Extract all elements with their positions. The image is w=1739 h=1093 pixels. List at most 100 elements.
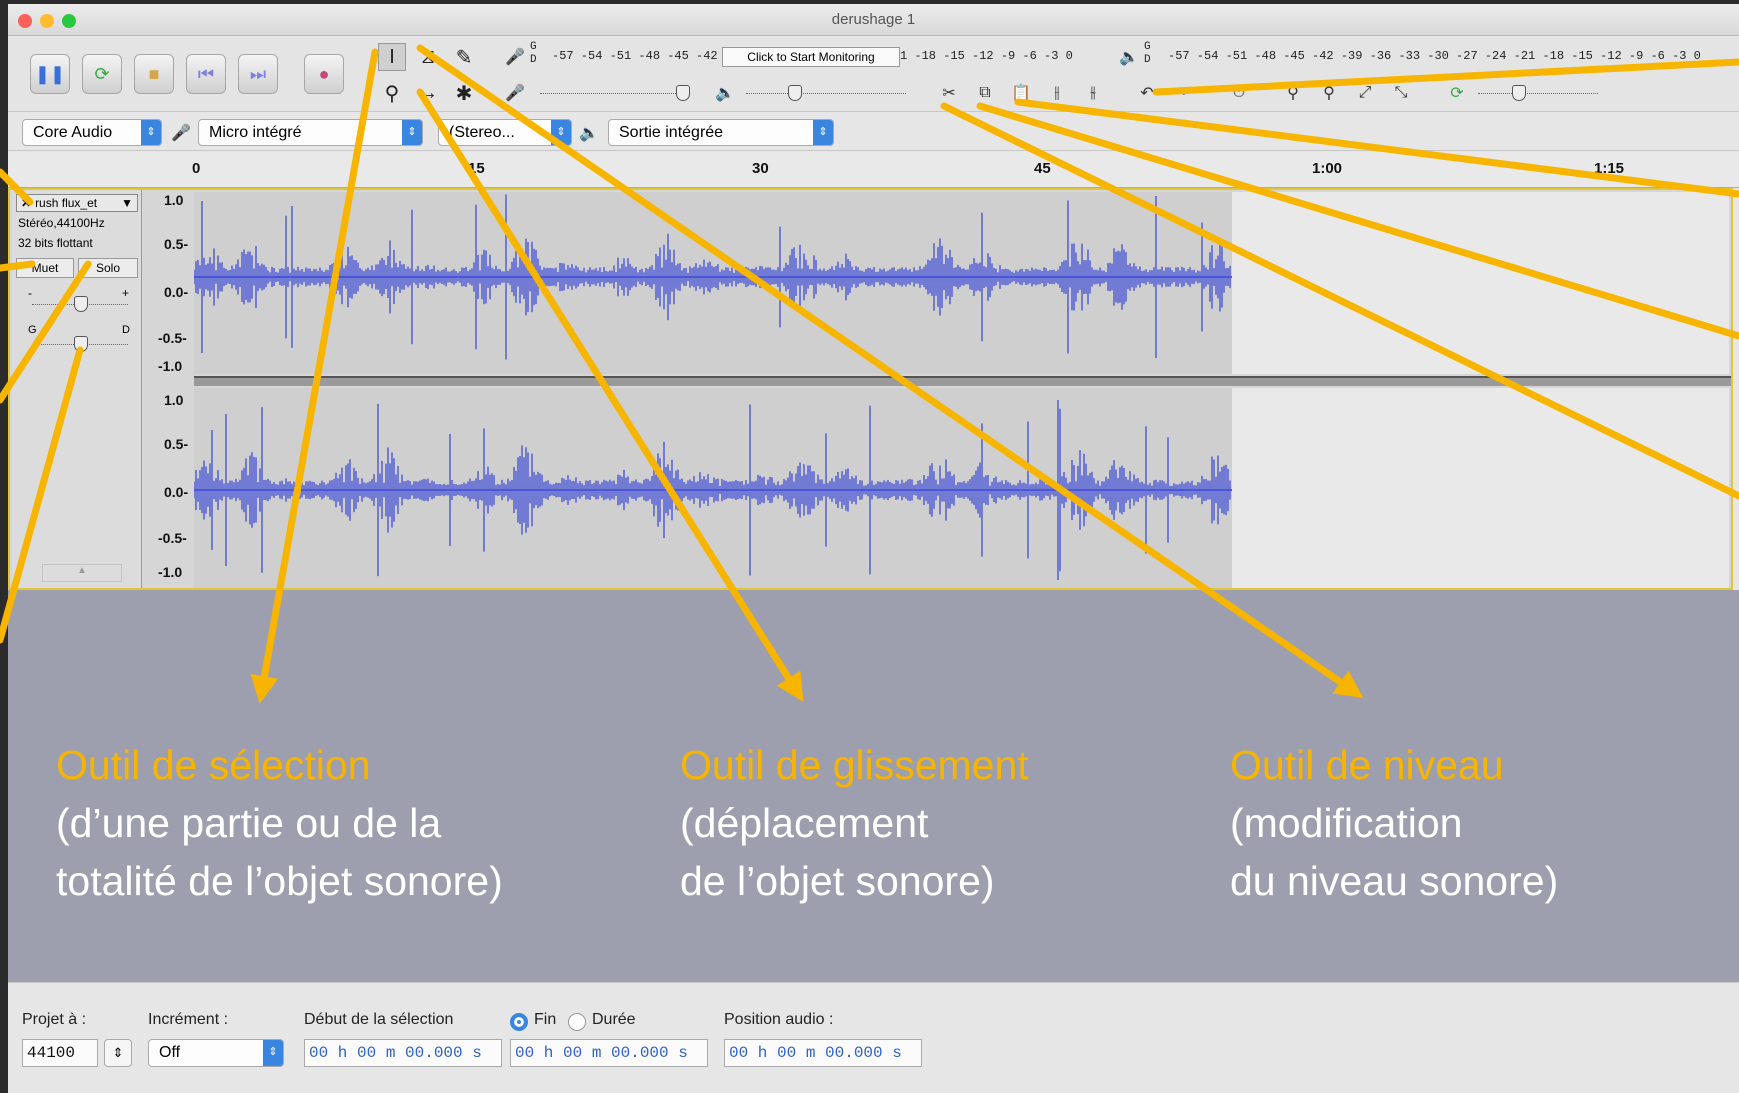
copy-button[interactable]: ⧉ bbox=[972, 81, 998, 105]
pause-button[interactable]: ❚❚ bbox=[30, 54, 70, 94]
snap-select[interactable]: Off ⇕ bbox=[148, 1039, 284, 1067]
ruler-tick-100: 1:00 bbox=[1312, 160, 1343, 177]
envelope-tool[interactable]: ⧖ bbox=[414, 43, 442, 71]
mute-button[interactable]: Muet bbox=[16, 258, 74, 278]
play-speed-thumb[interactable] bbox=[1512, 85, 1526, 101]
solo-button[interactable]: Solo bbox=[78, 258, 138, 278]
selection-tool-icon: I bbox=[389, 45, 395, 68]
scale-label: 0.0- bbox=[164, 484, 189, 500]
audio-position-time[interactable]: 00 h 00 m 00.000 s bbox=[724, 1039, 922, 1067]
paste-button[interactable]: 📋 bbox=[1008, 81, 1034, 105]
gain-slider-thumb[interactable] bbox=[74, 296, 88, 312]
draw-tool[interactable]: ✎ bbox=[450, 43, 478, 71]
snap-label: Incrément : bbox=[148, 1011, 229, 1028]
mic-icon: 🎤 bbox=[505, 49, 525, 66]
undo-icon: ↶ bbox=[1140, 85, 1154, 102]
skip-to-end-button[interactable]: ⏭ bbox=[238, 54, 278, 94]
duration-radio-label: Durée bbox=[592, 1011, 636, 1028]
title-bar: derushage 1 bbox=[8, 4, 1739, 36]
input-mic-icon: 🎤 bbox=[171, 125, 191, 142]
project-rate-stepper[interactable]: ⇕ bbox=[104, 1039, 132, 1067]
end-radio[interactable] bbox=[510, 1013, 528, 1031]
silence-button[interactable]: ⫳ bbox=[1080, 81, 1106, 105]
empty-region-channel-2[interactable] bbox=[1232, 388, 1729, 588]
track-bits: 32 bits flottant bbox=[18, 236, 93, 250]
gain-plus-label: + bbox=[122, 286, 130, 300]
caption-line: (d’une partie ou de la bbox=[56, 800, 442, 846]
caption-line: du niveau sonore) bbox=[1230, 858, 1559, 904]
audio-host-value: Core Audio bbox=[33, 124, 113, 141]
fit-selection-icon: ⤢ bbox=[1358, 84, 1372, 101]
time-shift-tool[interactable]: ↔ bbox=[414, 79, 442, 107]
play-at-speed-button[interactable]: ⟳ bbox=[1444, 81, 1470, 105]
undo-button[interactable]: ↶ bbox=[1134, 81, 1160, 105]
channels-select[interactable]: (Stereo... ⇕ bbox=[438, 119, 572, 146]
caption-line: (déplacement bbox=[680, 800, 929, 846]
zoom-tool[interactable]: ⚲ bbox=[378, 79, 406, 107]
close-track-icon[interactable]: ✕ bbox=[21, 196, 31, 210]
empty-region-channel-1[interactable] bbox=[1232, 192, 1729, 374]
project-rate-input[interactable]: 44100 bbox=[22, 1039, 98, 1067]
caption-time-shift-tool: Outil de glissement (déplacement de l’ob… bbox=[680, 736, 1029, 910]
record-icon: ● bbox=[318, 63, 330, 84]
duration-radio[interactable] bbox=[568, 1013, 586, 1031]
input-device-select[interactable]: Micro intégré ⇕ bbox=[198, 119, 423, 146]
zoom-in-button[interactable]: ⚲ bbox=[1280, 81, 1306, 105]
trim-button[interactable]: ⫲ bbox=[1044, 81, 1070, 105]
record-volume-slider[interactable] bbox=[540, 93, 690, 94]
redo-button[interactable]: ↷ bbox=[1168, 81, 1194, 105]
scale-label: 0.0- bbox=[164, 284, 189, 300]
main-toolbar: ❚❚ ⟳ ■ ⏮ ⏭ ● I ⧖ ✎ ⚲ ↔ ✱ 🎤 G D -57 -54 -… bbox=[8, 37, 1739, 112]
scale-label: 0.5- bbox=[164, 236, 189, 252]
cut-button[interactable]: ✂ bbox=[936, 81, 962, 105]
selection-tool[interactable]: I bbox=[378, 43, 406, 71]
fit-project-button[interactable]: ⤡ bbox=[1388, 81, 1414, 105]
sync-lock-button[interactable]: ⏱ bbox=[1226, 81, 1252, 105]
record-meter-mic[interactable]: 🎤 bbox=[502, 45, 528, 69]
zoom-tool-icon: ⚲ bbox=[384, 82, 400, 105]
cut-icon: ✂ bbox=[942, 85, 956, 102]
selection-start-time[interactable]: 00 h 00 m 00.000 s bbox=[304, 1039, 502, 1067]
output-speaker-icon: 🔈 bbox=[579, 125, 599, 142]
zoom-out-button[interactable]: ⚲ bbox=[1316, 81, 1342, 105]
audio-position-label: Position audio : bbox=[724, 1011, 834, 1028]
selection-end-time[interactable]: 00 h 00 m 00.000 s bbox=[510, 1039, 708, 1067]
playback-meter-speaker[interactable]: 🔈 bbox=[1116, 45, 1142, 69]
loop-button[interactable]: ⟳ bbox=[82, 54, 122, 94]
stop-button[interactable]: ■ bbox=[134, 54, 174, 94]
pan-slider-thumb[interactable] bbox=[74, 336, 88, 352]
waveform-channel-1[interactable] bbox=[194, 192, 1232, 374]
play-volume-slider[interactable] bbox=[746, 93, 906, 94]
track-name-menu[interactable]: ✕ rush flux_et ▼ bbox=[16, 194, 138, 212]
stop-icon: ■ bbox=[148, 63, 160, 84]
scale-label: -1.0 bbox=[158, 564, 183, 580]
loop-icon: ⟳ bbox=[94, 63, 110, 84]
collapse-track-button[interactable]: ▲ bbox=[42, 564, 122, 582]
track-name: rush flux_et bbox=[35, 196, 98, 210]
ruler-tick-0: 0 bbox=[192, 160, 201, 177]
caption-title: Outil de niveau bbox=[1230, 742, 1504, 788]
scale-label: -0.5- bbox=[158, 330, 187, 346]
timeline-ruler[interactable]: 0 15 30 45 1:00 1:15 bbox=[8, 152, 1739, 188]
skip-start-icon: ⏮ bbox=[197, 63, 215, 84]
trim-icon: ⫲ bbox=[1054, 84, 1060, 101]
multi-tool[interactable]: ✱ bbox=[450, 79, 478, 107]
start-monitoring-button[interactable]: Click to Start Monitoring bbox=[722, 47, 900, 67]
play-volume-speaker: 🔈 bbox=[715, 85, 735, 102]
fit-selection-button[interactable]: ⤢ bbox=[1352, 81, 1378, 105]
record-button[interactable]: ● bbox=[304, 54, 344, 94]
output-device-select[interactable]: Sortie intégrée ⇕ bbox=[608, 119, 834, 146]
skip-to-start-button[interactable]: ⏮ bbox=[186, 54, 226, 94]
multi-tool-icon: ✱ bbox=[455, 82, 473, 105]
track-control-panel: ✕ rush flux_et ▼ Stéréo,44100Hz 32 bits fl… bbox=[12, 190, 142, 588]
caption-line: (modification bbox=[1230, 800, 1463, 846]
audio-host-select[interactable]: Core Audio ⇕ bbox=[22, 119, 162, 146]
play-speed-slider[interactable] bbox=[1478, 93, 1598, 94]
play-volume-thumb[interactable] bbox=[788, 85, 802, 101]
selection-start-label: Début de la sélection bbox=[304, 1011, 454, 1028]
record-volume-thumb[interactable] bbox=[676, 85, 690, 101]
record-meter-scale: -57 -54 -51 -48 -45 -42 - bbox=[552, 49, 733, 63]
waveform-channel-2[interactable] bbox=[194, 388, 1232, 588]
envelope-tool-icon: ⧖ bbox=[420, 45, 436, 68]
audacity-window: derushage 1 ❚❚ ⟳ ■ ⏮ ⏭ ● I ⧖ ✎ ⚲ ↔ ✱ 🎤 G bbox=[8, 4, 1739, 1093]
